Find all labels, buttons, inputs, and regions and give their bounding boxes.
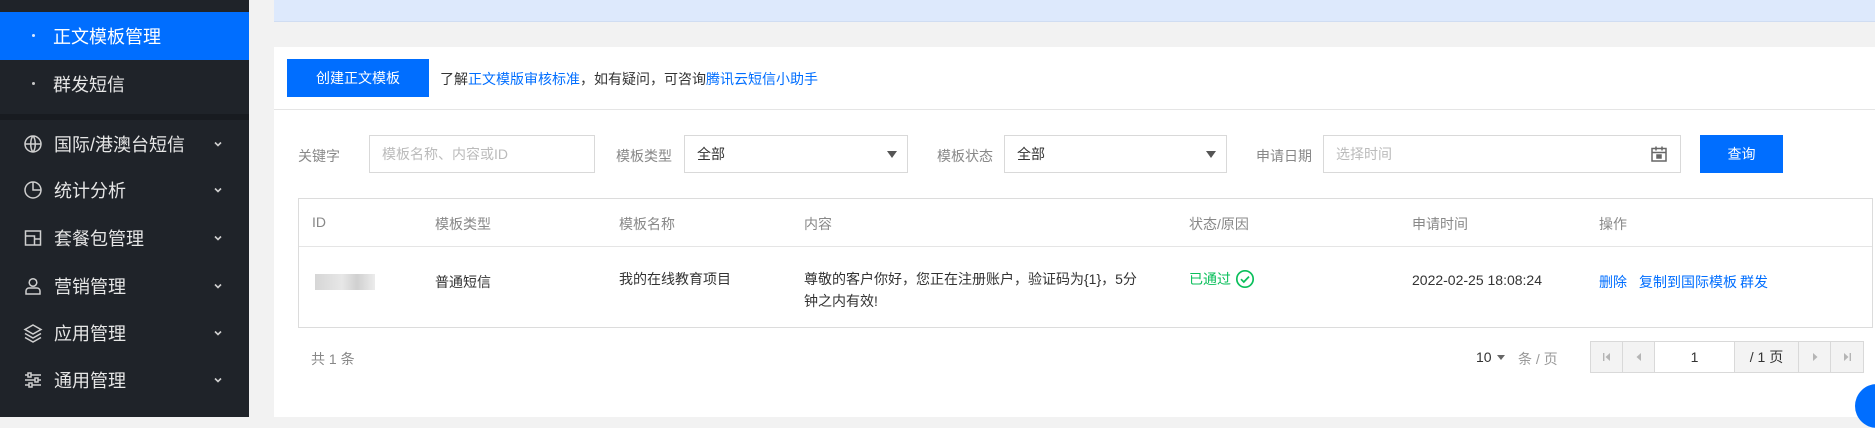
chevron-down-icon [211,183,225,197]
delete-link[interactable]: 删除 [1599,272,1627,292]
date-placeholder: 选择时间 [1336,146,1392,162]
bullet-icon [32,34,35,37]
query-button[interactable]: 查询 [1700,135,1783,173]
pagination: / 1 页 [1590,341,1864,373]
sidebar-item-apps[interactable]: 应用管理 [0,309,249,357]
check-circle-icon [1235,269,1255,289]
assistant-link[interactable]: 腾讯云短信小助手 [706,71,818,87]
caret-down-icon [1206,151,1216,158]
sidebar-item-label: 正文模板管理 [53,27,161,47]
last-page-button[interactable] [1831,342,1863,372]
sidebar-item-label: 应用管理 [54,324,126,344]
page-size-select[interactable]: 10 [1476,349,1505,365]
keyword-placeholder: 模板名称、内容或ID [382,146,508,162]
page-size-value: 10 [1476,349,1492,365]
sliders-icon [23,370,43,390]
cell-time: 2022-02-25 18:08:24 [1412,272,1542,288]
chevron-down-icon [211,137,225,151]
caret-down-icon [887,151,897,158]
notice-middle: ，如有疑问，可咨询 [580,71,706,87]
status-approved: 已通过 [1189,269,1255,289]
first-page-button[interactable] [1591,342,1623,372]
top-banner [274,0,1875,22]
sidebar-item-marketing[interactable]: 营销管理 [0,262,249,310]
bulk-send-link[interactable]: 群发 [1740,272,1768,292]
prev-page-button[interactable] [1623,342,1655,372]
user-icon [23,276,43,296]
sidebar: 正文模板管理 群发短信 国际/港澳台短信 统计分析 套餐包管理 营销管理 应用管… [0,0,249,417]
first-page-icon [1602,353,1610,361]
template-panel: 创建正文模板 了解正文模版审核标准，如有疑问，可咨询腾讯云短信小助手 关键字 模… [274,47,1875,417]
prev-page-icon [1636,353,1641,361]
bullet-icon [32,82,35,85]
page-size-unit: 条 / 页 [1518,351,1558,367]
column-header-time: 申请时间 [1412,216,1468,232]
divider [274,109,1875,110]
column-header-type: 模板类型 [435,216,491,232]
sidebar-item-label: 通用管理 [54,371,126,391]
status-text: 已通过 [1189,271,1231,287]
sidebar-item-label: 国际/港澳台短信 [54,135,186,155]
keyword-label: 关键字 [298,148,340,164]
chevron-down-icon [211,326,225,340]
template-type-value: 全部 [697,146,725,162]
review-standard-link[interactable]: 正文模版审核标准 [468,71,580,87]
notice-text: 了解正文模版审核标准，如有疑问，可咨询腾讯云短信小助手 [440,69,818,89]
sidebar-item-international-sms[interactable]: 国际/港澳台短信 [0,120,249,168]
sidebar-item-bulk-sms[interactable]: 群发短信 [0,60,249,108]
cell-name: 我的在线教育项目 [619,271,731,287]
template-status-select[interactable]: 全部 [1004,135,1227,173]
table-header: ID 模板类型 模板名称 内容 状态/原因 申请时间 操作 [299,199,1872,247]
sidebar-item-label: 套餐包管理 [54,229,144,249]
apply-date-label: 申请日期 [1256,148,1312,164]
calendar-icon [1650,145,1668,163]
next-page-icon [1812,353,1817,361]
sidebar-item-package[interactable]: 套餐包管理 [0,214,249,262]
total-pages: / 1 页 [1735,342,1799,372]
last-page-icon [1844,353,1851,361]
template-table: ID 模板类型 模板名称 内容 状态/原因 申请时间 操作 普通短信 我的在线教… [298,198,1873,328]
column-header-actions: 操作 [1599,216,1627,232]
sidebar-item-label: 统计分析 [54,181,126,201]
sidebar-item-template-management[interactable]: 正文模板管理 [0,12,249,60]
keyword-input[interactable]: 模板名称、内容或ID [369,135,595,173]
column-header-name: 模板名称 [619,216,675,232]
caret-down-icon [1496,354,1505,360]
pie-chart-icon [23,180,43,200]
cell-type: 普通短信 [435,274,491,290]
page-number-input[interactable] [1655,342,1735,372]
cell-content-line2: 钟之内有效! [804,293,878,309]
create-template-button[interactable]: 创建正文模板 [287,59,429,97]
notice-prefix: 了解 [440,71,468,87]
chevron-down-icon [211,373,225,387]
sidebar-item-statistics[interactable]: 统计分析 [0,166,249,214]
template-type-select[interactable]: 全部 [684,135,908,173]
masked-id [315,274,375,290]
chevron-down-icon [211,231,225,245]
column-header-status: 状态/原因 [1189,216,1249,232]
sidebar-item-label: 群发短信 [53,75,125,95]
cell-content-line1: 尊敬的客户你好，您正在注册账户，验证码为{1}，5分 [804,271,1137,287]
template-status-label: 模板状态 [937,148,993,164]
total-count: 共 1 条 [311,351,355,367]
layers-icon [23,323,43,343]
column-header-content: 内容 [804,216,832,232]
template-status-value: 全部 [1017,146,1045,162]
package-icon [23,228,43,248]
sidebar-item-general[interactable]: 通用管理 [0,356,249,404]
template-type-label: 模板类型 [616,148,672,164]
sidebar-item-label: 营销管理 [54,277,126,297]
copy-to-international-link[interactable]: 复制到国际模板 [1639,272,1737,292]
chevron-down-icon [211,279,225,293]
apply-date-picker[interactable]: 选择时间 [1323,135,1681,173]
globe-icon [23,134,43,154]
column-header-id: ID [312,214,326,230]
next-page-button[interactable] [1799,342,1831,372]
